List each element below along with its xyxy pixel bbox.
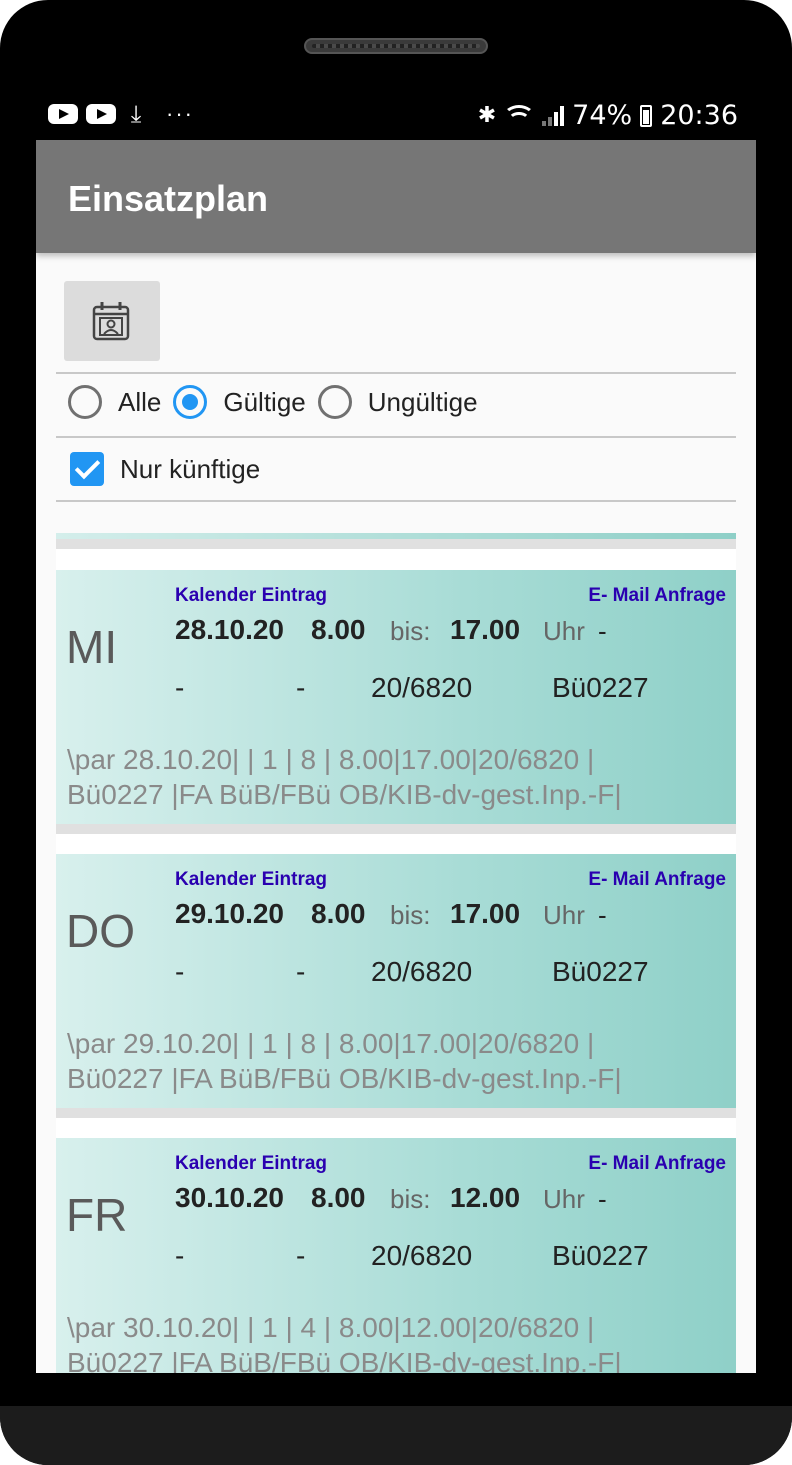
location-id: Bü0227 [552, 672, 649, 703]
bluetooth-icon: ✱ [477, 103, 497, 128]
email-request-link[interactable]: E- Mail Anfrage [588, 1153, 726, 1175]
battery-icon [640, 104, 653, 127]
card-separator [56, 824, 736, 834]
end-time: 17.00 [450, 614, 521, 645]
radio-alle[interactable] [68, 385, 102, 419]
start-time: 8.00 [311, 1182, 366, 1213]
raw-note: \par 29.10.20| | 1 | 8 | 8.00|17.00|20/6… [67, 1026, 727, 1096]
only-future-label[interactable]: Nur künftige [120, 454, 260, 485]
email-request-link[interactable]: E- Mail Anfrage [588, 869, 726, 891]
phone-frame: ⤓ ··· ✱ 74% 20:36 Einsatzplan Alle Gülti… [0, 0, 792, 1465]
app-bar: Einsatzplan [36, 140, 756, 253]
divider [56, 436, 736, 438]
end-time: 17.00 [450, 898, 521, 929]
order-code: 20/6820 [371, 1240, 473, 1271]
entry-card[interactable]: DO Kalender Eintrag E- Mail Anfrage 29.1… [56, 854, 736, 1108]
youtube-icon [86, 104, 116, 124]
entry-list[interactable]: MI Kalender Eintrag E- Mail Anfrage 28.1… [56, 533, 736, 1373]
field-2: - [296, 1240, 306, 1271]
field-1: - [175, 672, 185, 703]
app-screen: Einsatzplan Alle Gültige Ungültige Nur k… [36, 140, 756, 1373]
dash: - [598, 616, 607, 646]
weekday: MI [66, 621, 118, 673]
raw-note-line: Bü0227 |FA BüB/FBü OB/KIB-dv-gest.Inp.-F… [67, 779, 622, 810]
battery-percent: 74% [572, 100, 633, 131]
entry-date: 29.10.20 [175, 898, 284, 929]
radio-gueltige-label[interactable]: Gültige [223, 387, 305, 418]
weekday: DO [66, 905, 135, 957]
email-request-link[interactable]: E- Mail Anfrage [588, 585, 726, 607]
only-future-filter: Nur künftige [70, 452, 260, 486]
calendar-entry-link[interactable]: Kalender Eintrag [175, 1153, 327, 1175]
calendar-entry-link[interactable]: Kalender Eintrag [175, 869, 327, 891]
dash: - [598, 900, 607, 930]
earpiece-speaker [304, 38, 488, 54]
system-icons: ✱ 74% 20:36 [478, 100, 738, 131]
weekday: FR [66, 1189, 128, 1241]
page-title: Einsatzplan [68, 178, 269, 219]
card-separator [56, 1108, 736, 1118]
notification-icons: ⤓ ··· [48, 100, 194, 128]
more-notifications-icon: ··· [166, 101, 194, 126]
until-label: bis: [390, 1184, 431, 1214]
raw-note: \par 30.10.20| | 1 | 4 | 8.00|12.00|20/6… [67, 1310, 727, 1373]
radio-ungueltige-label[interactable]: Ungültige [368, 387, 478, 418]
uhr-label: Uhr [543, 616, 585, 646]
validity-filter: Alle Gültige Ungültige [68, 385, 490, 419]
order-code: 20/6820 [371, 956, 473, 987]
card-separator [56, 539, 736, 549]
raw-note-line: \par 29.10.20| | 1 | 8 | 8.00|17.00|20/6… [67, 1028, 595, 1059]
entry-date: 30.10.20 [175, 1182, 284, 1213]
start-time: 8.00 [311, 898, 366, 929]
radio-alle-label[interactable]: Alle [118, 387, 161, 418]
clock: 20:36 [660, 100, 738, 131]
field-2: - [296, 956, 306, 987]
field-1: - [175, 956, 185, 987]
youtube-icon [48, 104, 78, 124]
raw-note-line: \par 30.10.20| | 1 | 4 | 8.00|12.00|20/6… [67, 1312, 595, 1343]
field-2: - [296, 672, 306, 703]
raw-note-line: Bü0227 |FA BüB/FBü OB/KIB-dv-gest.Inp.-F… [67, 1063, 622, 1094]
calendar-entry-link[interactable]: Kalender Eintrag [175, 585, 327, 607]
end-time: 12.00 [450, 1182, 521, 1213]
only-future-checkbox[interactable] [70, 452, 104, 486]
raw-note-line: Bü0227 |FA BüB/FBü OB/KIB-dv-gest.Inp.-F… [67, 1347, 622, 1373]
signal-icon [542, 105, 565, 126]
location-id: Bü0227 [552, 1240, 649, 1271]
divider [56, 372, 736, 374]
start-time: 8.00 [311, 614, 366, 645]
raw-note-line: \par 28.10.20| | 1 | 8 | 8.00|17.00|20/6… [67, 744, 595, 775]
dash: - [598, 1184, 607, 1214]
until-label: bis: [390, 900, 431, 930]
calendar-contact-icon [92, 302, 130, 341]
entry-date: 28.10.20 [175, 614, 284, 645]
order-code: 20/6820 [371, 672, 473, 703]
radio-ungueltige[interactable] [317, 385, 352, 419]
wifi-icon [503, 104, 536, 127]
entry-card[interactable]: FR Kalender Eintrag E- Mail Anfrage 30.1… [56, 1138, 736, 1373]
raw-note: \par 28.10.20| | 1 | 8 | 8.00|17.00|20/6… [67, 742, 727, 812]
field-1: - [175, 1240, 185, 1271]
calendar-contact-button[interactable] [64, 281, 160, 361]
phone-chin [0, 1406, 792, 1465]
until-label: bis: [390, 616, 431, 646]
radio-gueltige[interactable] [173, 385, 208, 419]
uhr-label: Uhr [543, 1184, 585, 1214]
location-id: Bü0227 [552, 956, 649, 987]
uhr-label: Uhr [543, 900, 585, 930]
entry-card[interactable]: MI Kalender Eintrag E- Mail Anfrage 28.1… [56, 570, 736, 824]
divider [56, 500, 736, 502]
download-icon: ⤓ [130, 100, 142, 128]
status-bar: ⤓ ··· ✱ 74% 20:36 [36, 96, 756, 140]
